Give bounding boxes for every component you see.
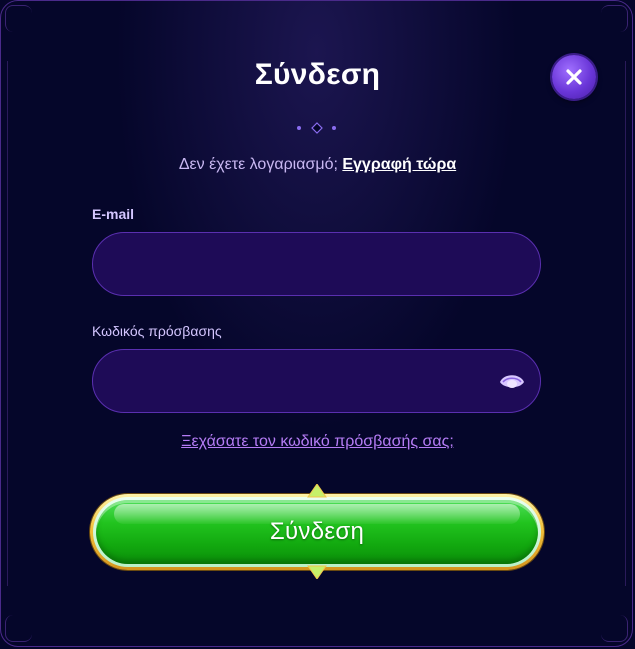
login-button-rim: Σύνδεση bbox=[93, 497, 541, 567]
login-button-frame: Σύνδεση bbox=[90, 494, 544, 570]
signup-link[interactable]: Εγγραφή τώρα bbox=[342, 156, 456, 173]
signup-prompt: Δεν έχετε λογαριασμό; Εγγραφή τώρα bbox=[0, 156, 635, 174]
close-icon bbox=[566, 69, 582, 85]
side-border bbox=[7, 61, 8, 586]
gem-ornament-icon bbox=[307, 565, 327, 579]
title-divider bbox=[100, 122, 535, 134]
email-label: E-mail bbox=[92, 206, 135, 222]
password-field[interactable] bbox=[92, 349, 541, 413]
login-button-label: Σύνδεση bbox=[269, 518, 365, 545]
side-border bbox=[625, 61, 626, 586]
modal-title: Σύνδεση bbox=[254, 58, 381, 91]
forgot-password-link[interactable]: Ξεχάσατε τον κωδικό πρόσβασής σας; bbox=[0, 433, 635, 451]
corner-ornament bbox=[601, 615, 628, 642]
corner-ornament bbox=[5, 5, 32, 32]
signup-prompt-text: Δεν έχετε λογαριασμό; bbox=[178, 156, 338, 173]
login-button[interactable]: Σύνδεση bbox=[96, 500, 538, 564]
corner-ornament bbox=[601, 5, 628, 32]
gem-ornament-icon bbox=[307, 484, 327, 498]
corner-ornament bbox=[5, 615, 32, 642]
close-button[interactable] bbox=[552, 55, 596, 99]
password-label: Κωδικός πρόσβασης bbox=[92, 323, 222, 339]
email-field[interactable] bbox=[92, 232, 541, 296]
eye-icon[interactable] bbox=[499, 371, 525, 391]
